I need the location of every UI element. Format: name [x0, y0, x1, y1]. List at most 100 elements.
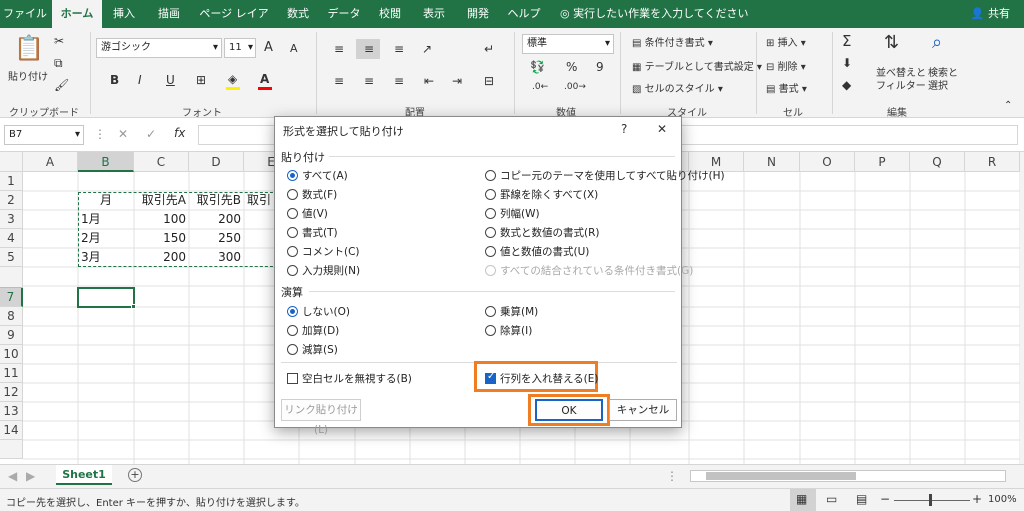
page-layout-view-icon[interactable]: ▭: [826, 492, 837, 506]
align-bottom-icon[interactable]: ≡: [394, 42, 404, 56]
radio-button[interactable]: [287, 245, 298, 257]
format-cells-button[interactable]: ▤ 書式 ▾: [766, 80, 807, 95]
operation-option-none[interactable]: しない(O): [287, 303, 350, 319]
cancel-entry-icon[interactable]: ✕: [118, 127, 128, 141]
paste-option-no-borders[interactable]: 罫線を除くすべて(X): [485, 186, 598, 202]
shrink-font-button[interactable]: A: [290, 42, 298, 55]
paste-option-values[interactable]: 値(V): [287, 205, 328, 221]
font-color-icon[interactable]: A: [260, 72, 269, 86]
operation-option-divide[interactable]: 除算(I): [485, 322, 532, 338]
font-name-select[interactable]: 游ゴシック ▾: [96, 38, 222, 58]
share-button[interactable]: 👤 共有: [971, 0, 1010, 28]
fill-color-icon[interactable]: ◈: [228, 72, 237, 86]
row-header[interactable]: 4: [0, 229, 23, 248]
paste-link-button[interactable]: リンク貼り付け(L): [281, 399, 361, 436]
radio-button[interactable]: [287, 305, 298, 317]
column-header[interactable]: A: [23, 152, 78, 172]
radio-button[interactable]: [485, 245, 496, 257]
paste-option-validation[interactable]: 入力規則(N): [287, 262, 360, 278]
tab-home[interactable]: ホーム: [52, 0, 102, 28]
row-header[interactable]: 13: [0, 402, 23, 421]
decrease-indent-icon[interactable]: ⇤: [424, 74, 434, 88]
increase-indent-icon[interactable]: ⇥: [452, 74, 462, 88]
zoom-in-icon[interactable]: +: [972, 492, 982, 506]
checkbox[interactable]: [485, 371, 496, 384]
row-header[interactable]: 3: [0, 210, 23, 229]
tab-page-layout[interactable]: ページ レイアウト: [194, 0, 274, 48]
comma-style-button[interactable]: 9: [596, 60, 604, 74]
checkbox[interactable]: [287, 372, 298, 384]
row-header[interactable]: 1: [0, 172, 23, 191]
find-select-label-2[interactable]: 選択: [928, 77, 948, 92]
decrease-decimal-icon[interactable]: .00→: [564, 82, 586, 92]
radio-button[interactable]: [287, 324, 298, 336]
merge-center-icon[interactable]: ⊟: [484, 74, 494, 88]
zoom-out-icon[interactable]: −: [880, 492, 890, 506]
name-box[interactable]: B7 ▾: [4, 125, 84, 145]
ok-button[interactable]: OK: [535, 399, 603, 421]
cell-styles-button[interactable]: ▧ セルのスタイル ▾: [632, 80, 723, 95]
collapse-ribbon-icon[interactable]: ⌃: [1004, 100, 1012, 111]
radio-button[interactable]: [485, 207, 496, 219]
scroll-left-icon[interactable]: ◀: [8, 469, 17, 483]
paste-option-formulas-number-formats[interactable]: 数式と数値の書式(R): [485, 224, 600, 240]
paste-option-column-widths[interactable]: 列幅(W): [485, 205, 540, 221]
row-header[interactable]: [0, 440, 23, 459]
align-left-icon[interactable]: ≡: [334, 74, 344, 88]
wrap-text-icon[interactable]: ↵: [484, 42, 494, 56]
conditional-formatting-button[interactable]: ▤ 条件付き書式 ▾: [632, 34, 713, 49]
accounting-format-icon[interactable]: 💱: [530, 60, 545, 74]
row-header[interactable]: 10: [0, 345, 23, 364]
autosum-button[interactable]: Σ: [842, 32, 851, 50]
cancel-button[interactable]: キャンセル: [609, 399, 677, 421]
radio-button[interactable]: [485, 305, 496, 317]
number-format-select[interactable]: 標準 ▾: [522, 34, 614, 54]
zoom-slider-thumb[interactable]: [929, 494, 932, 506]
radio-button[interactable]: [287, 207, 298, 219]
tab-review[interactable]: 校閲: [370, 0, 410, 28]
close-icon[interactable]: ✕: [657, 122, 667, 136]
skip-blanks-checkbox[interactable]: 空白セルを無視する(B): [287, 370, 412, 386]
column-header[interactable]: Q: [910, 152, 965, 172]
align-right-icon[interactable]: ≡: [394, 74, 404, 88]
sort-filter-icon[interactable]: ⇅: [884, 32, 899, 53]
radio-button[interactable]: [485, 169, 496, 181]
tab-formulas[interactable]: 数式: [278, 0, 318, 28]
radio-button[interactable]: [287, 343, 298, 355]
sheet-tab-sheet1[interactable]: Sheet1: [56, 465, 112, 485]
radio-button[interactable]: [287, 188, 298, 200]
tab-file[interactable]: ファイル: [0, 0, 50, 28]
tab-data[interactable]: データ: [322, 0, 366, 28]
align-center-icon[interactable]: ≡: [364, 74, 374, 88]
font-size-select[interactable]: 11 ▾: [224, 38, 256, 58]
operation-option-multiply[interactable]: 乗算(M): [485, 303, 538, 319]
column-header[interactable]: C: [134, 152, 189, 172]
find-select-icon[interactable]: ⌕: [932, 32, 942, 53]
paste-option-comments[interactable]: コメント(C): [287, 243, 360, 259]
row-header[interactable]: 12: [0, 383, 23, 402]
row-header[interactable]: 9: [0, 326, 23, 345]
fill-handle[interactable]: [131, 304, 136, 309]
column-header[interactable]: R: [965, 152, 1020, 172]
scroll-right-icon[interactable]: ▶: [26, 469, 35, 483]
insert-cells-button[interactable]: ⊞ 挿入 ▾: [766, 34, 806, 49]
transpose-checkbox[interactable]: 行列を入れ替える(E): [485, 370, 599, 386]
help-button[interactable]: ?: [621, 122, 627, 136]
radio-button[interactable]: [485, 188, 496, 200]
zoom-slider[interactable]: [894, 500, 970, 501]
row-header[interactable]: [0, 267, 23, 288]
zoom-level[interactable]: 100%: [988, 494, 1017, 505]
insert-function-button[interactable]: fx: [174, 126, 185, 140]
column-header[interactable]: P: [855, 152, 910, 172]
row-header[interactable]: 11: [0, 364, 23, 383]
column-header[interactable]: D: [189, 152, 244, 172]
row-header[interactable]: 5: [0, 248, 23, 267]
row-header[interactable]: 7: [0, 288, 23, 307]
tab-insert[interactable]: 挿入: [104, 0, 144, 28]
borders-icon[interactable]: ⊞: [196, 73, 206, 87]
operation-option-add[interactable]: 加算(D): [287, 322, 339, 338]
column-header[interactable]: N: [744, 152, 800, 172]
vertical-scrollbar[interactable]: [1020, 152, 1024, 464]
tab-help[interactable]: ヘルプ: [502, 0, 546, 28]
scrollbar-thumb[interactable]: [706, 472, 856, 480]
